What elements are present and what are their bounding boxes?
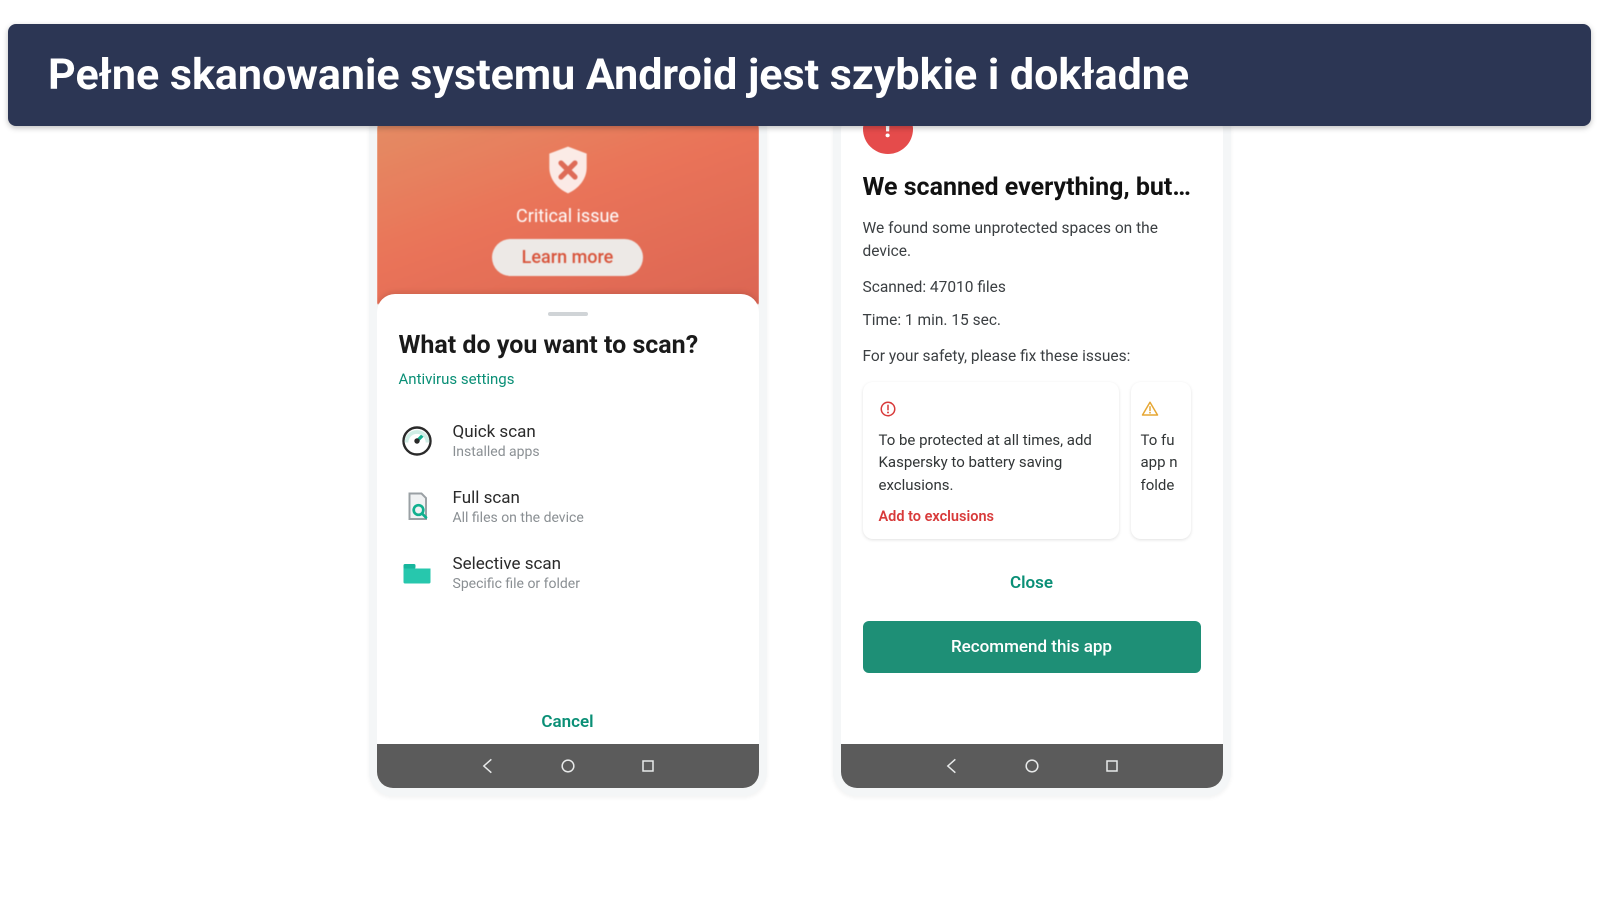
scan-option-quick[interactable]: Quick scan Installed apps bbox=[399, 408, 737, 474]
full-scan-sub: All files on the device bbox=[453, 510, 584, 526]
phone-left: Critical issue Learn more What do you wa… bbox=[369, 106, 767, 796]
scanned-line: Scanned: 47010 files bbox=[863, 276, 1201, 298]
time-line: Time: 1 min. 15 sec. bbox=[863, 309, 1201, 331]
headline-banner: Pełne skanowanie systemu Android jest sz… bbox=[8, 24, 1591, 126]
cancel-button[interactable]: Cancel bbox=[377, 712, 759, 732]
phone-right: ! We scanned everything, but… We found s… bbox=[833, 106, 1231, 796]
selective-scan-title: Selective scan bbox=[453, 554, 580, 574]
nav-recent-icon[interactable] bbox=[1102, 756, 1122, 776]
close-button[interactable]: Close bbox=[863, 573, 1201, 593]
fix-prompt: For your safety, please fix these issues… bbox=[863, 345, 1201, 367]
scan-sheet: What do you want to scan? Antivirus sett… bbox=[377, 294, 759, 750]
add-exclusions-link[interactable]: Add to exclusions bbox=[879, 508, 1103, 525]
quick-scan-title: Quick scan bbox=[453, 422, 540, 442]
scan-option-selective[interactable]: Selective scan Specific file or folder bbox=[399, 540, 737, 606]
nav-home-icon[interactable] bbox=[558, 756, 578, 776]
quick-scan-sub: Installed apps bbox=[453, 444, 540, 460]
critical-hero: Critical issue Learn more bbox=[377, 114, 759, 304]
sheet-title: What do you want to scan? bbox=[399, 330, 737, 361]
selective-scan-sub: Specific file or folder bbox=[453, 576, 580, 592]
gauge-icon bbox=[399, 423, 435, 459]
issues-row[interactable]: To be protected at all times, add Kasper… bbox=[863, 382, 1201, 540]
result-desc: We found some unprotected spaces on the … bbox=[863, 217, 1201, 262]
warning-badge-icon bbox=[1141, 398, 1175, 421]
shield-x-icon bbox=[540, 142, 596, 198]
learn-more-button[interactable]: Learn more bbox=[492, 239, 644, 276]
full-scan-title: Full scan bbox=[453, 488, 584, 508]
nav-recent-icon[interactable] bbox=[638, 756, 658, 776]
phones-row: Critical issue Learn more What do you wa… bbox=[0, 78, 1599, 796]
antivirus-settings-link[interactable]: Antivirus settings bbox=[399, 370, 515, 388]
nav-back-icon[interactable] bbox=[478, 756, 498, 776]
result-title: We scanned everything, but… bbox=[863, 172, 1201, 203]
folder-icon bbox=[399, 555, 435, 591]
recommend-button[interactable]: Recommend this app bbox=[863, 621, 1201, 673]
issue2-snippet: To fu app n folde bbox=[1141, 429, 1175, 497]
scan-result-content: ! We scanned everything, but… We found s… bbox=[841, 114, 1223, 744]
android-navbar-right bbox=[841, 744, 1223, 788]
issue-card-battery[interactable]: To be protected at all times, add Kasper… bbox=[863, 382, 1119, 540]
file-search-icon bbox=[399, 489, 435, 525]
critical-badge-icon bbox=[879, 398, 1103, 421]
android-navbar-left bbox=[377, 744, 759, 788]
sheet-grip[interactable] bbox=[548, 312, 588, 316]
scan-option-full[interactable]: Full scan All files on the device bbox=[399, 474, 737, 540]
issue1-body: To be protected at all times, add Kasper… bbox=[879, 429, 1103, 497]
nav-home-icon[interactable] bbox=[1022, 756, 1042, 776]
nav-back-icon[interactable] bbox=[942, 756, 962, 776]
headline-text: Pełne skanowanie systemu Android jest sz… bbox=[48, 50, 1189, 100]
issue-card-peek[interactable]: To fu app n folde bbox=[1131, 382, 1191, 540]
hero-label: Critical issue bbox=[516, 206, 619, 227]
